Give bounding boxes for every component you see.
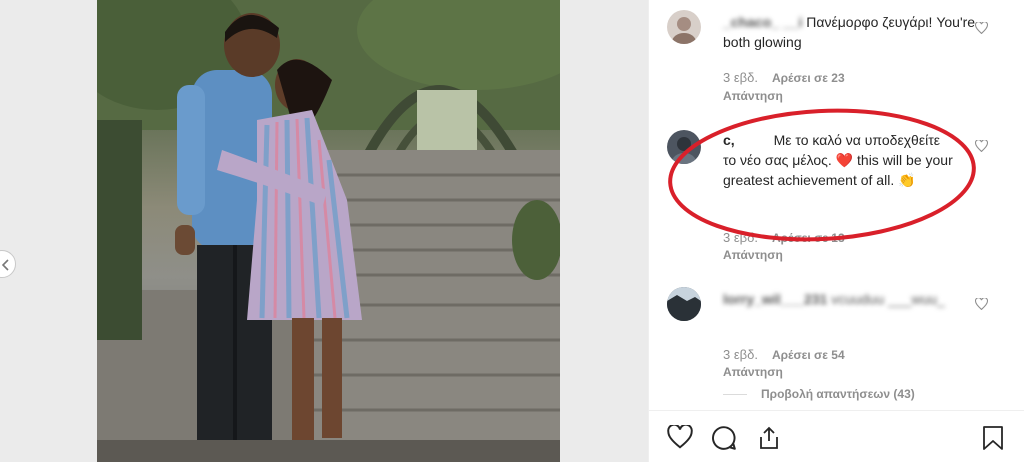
comment-time[interactable]: 3 εβδ. bbox=[723, 70, 758, 85]
like-comment-heart-icon[interactable] bbox=[975, 298, 988, 310]
comment-likes[interactable]: Αρέσει σε 23 bbox=[772, 71, 845, 85]
comment-time[interactable]: 3 εβδ. bbox=[723, 347, 758, 362]
comment-likes[interactable]: Αρέσει σε 13 bbox=[772, 231, 845, 245]
comment-text: c, Με το καλό να υποδεχθείτε το νέο σας … bbox=[723, 132, 953, 188]
comment-meta: 3 εβδ. Αρέσει σε 54 bbox=[723, 347, 845, 362]
post-actions-bar bbox=[649, 410, 1024, 462]
reply-button[interactable]: Απάντηση bbox=[723, 248, 783, 262]
like-heart-icon[interactable] bbox=[667, 425, 693, 449]
avatar[interactable] bbox=[667, 287, 701, 321]
chevron-left-icon bbox=[2, 259, 9, 271]
comment-bubble-icon[interactable] bbox=[711, 425, 737, 451]
comments-panel: _chaco_ __i Πανέμορφο ζευγάρι! You're bo… bbox=[648, 0, 1024, 462]
post-photo bbox=[97, 0, 560, 462]
comment-username[interactable]: _chaco_ __i bbox=[723, 14, 802, 30]
comment-time[interactable]: 3 εβδ. bbox=[723, 230, 758, 245]
comment-meta: 3 εβδ. Αρέσει σε 13 bbox=[723, 230, 845, 245]
comment-username[interactable]: c, bbox=[723, 132, 735, 148]
comment-meta: 3 εβδ. Αρέσει σε 23 bbox=[723, 70, 845, 85]
divider bbox=[723, 394, 747, 396]
view-replies-button[interactable]: Προβολή απαντήσεων (43) bbox=[723, 387, 915, 401]
comment-text: lorry_wil___231 vcuuduu ___wuu_ bbox=[723, 291, 945, 307]
comment-username[interactable]: lorry_wil___231 bbox=[723, 291, 827, 307]
reply-button[interactable]: Απάντηση bbox=[723, 365, 783, 379]
bookmark-icon[interactable] bbox=[982, 425, 1004, 451]
comment-likes[interactable]: Αρέσει σε 54 bbox=[772, 348, 845, 362]
previous-post-button[interactable] bbox=[0, 250, 16, 278]
comment-text: _chaco_ __i Πανέμορφο ζευγάρι! You're bo… bbox=[723, 14, 976, 50]
avatar[interactable] bbox=[667, 10, 701, 44]
reply-button[interactable]: Απάντηση bbox=[723, 89, 783, 103]
like-comment-heart-icon[interactable] bbox=[975, 140, 988, 152]
like-comment-heart-icon[interactable] bbox=[975, 22, 988, 34]
share-icon[interactable] bbox=[757, 425, 781, 451]
avatar[interactable] bbox=[667, 130, 701, 164]
